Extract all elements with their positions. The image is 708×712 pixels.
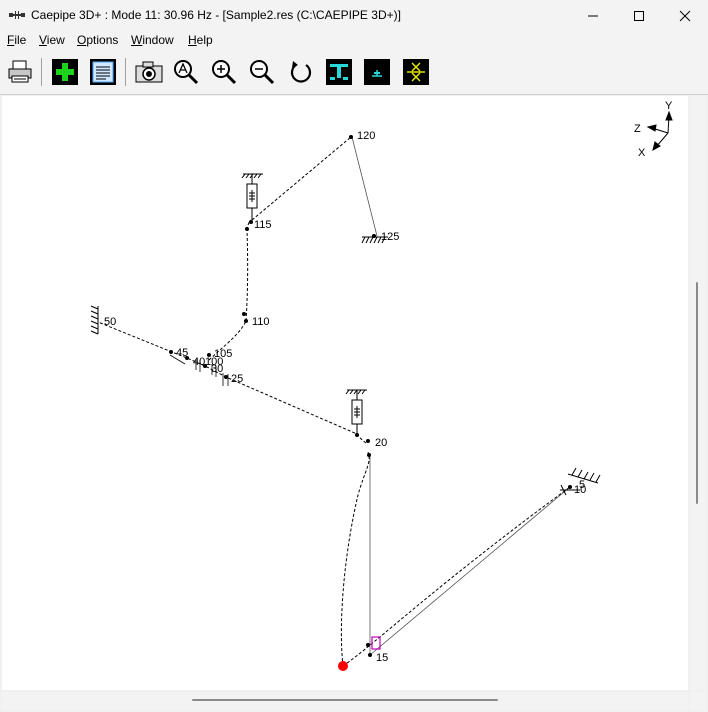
maximize-button[interactable]: [616, 0, 662, 31]
node-point-115[interactable]: [249, 220, 253, 224]
axis-triad: [646, 110, 673, 152]
node-label-15: 15: [376, 652, 388, 664]
menu-options[interactable]: Options: [77, 33, 118, 47]
node-point-25[interactable]: [224, 375, 228, 379]
list-document-icon: [90, 59, 116, 85]
node-label-115: 115: [254, 219, 272, 231]
menu-view-label: iew: [46, 33, 65, 47]
window-title: Caepipe 3D+ : Mode 11: 30.96 Hz - [Sampl…: [31, 8, 401, 22]
beam-section-icon: [326, 59, 352, 85]
menu-view-key: V: [39, 33, 47, 47]
mode-shape: [97, 136, 571, 667]
menu-window-key: W: [131, 33, 143, 47]
axis-label-x: X: [638, 147, 646, 159]
node-point-110[interactable]: [244, 319, 248, 323]
camera-icon: [135, 61, 163, 83]
snapshot-button[interactable]: [134, 58, 163, 86]
print-button[interactable]: [6, 58, 34, 86]
node-point-15[interactable]: [368, 653, 372, 657]
vertical-scroll-thumb[interactable]: [696, 282, 698, 504]
menu-options-key: O: [77, 33, 87, 47]
add-plus-icon: [52, 59, 78, 85]
node-label-50: 50: [104, 316, 116, 328]
zoom-in-icon: [212, 60, 237, 85]
horizontal-scrollbar[interactable]: [2, 692, 688, 710]
vertical-scrollbar[interactable]: [690, 96, 706, 690]
zoom-out-button[interactable]: [248, 58, 276, 86]
axis-label-z: Z: [634, 123, 641, 135]
anchor-button[interactable]: [402, 58, 430, 86]
node-labels: 120 125 115 110 50 45 105 40 100 30 25 2…: [104, 130, 586, 664]
menu-view[interactable]: View: [39, 33, 65, 47]
menu-window[interactable]: Window: [131, 33, 174, 47]
list-button[interactable]: [89, 58, 117, 86]
hanger-20: [345, 389, 367, 435]
close-button[interactable]: [662, 0, 708, 31]
node-point-45[interactable]: [169, 350, 173, 354]
node-point-20[interactable]: [366, 439, 370, 443]
node-points: [169, 135, 572, 657]
maximize-icon: [634, 11, 644, 21]
model-canvas[interactable]: 120 125 115 110 50 45 105 40 100 30 25 2…: [2, 96, 688, 690]
menu-help-label: elp: [196, 33, 213, 47]
minimize-button[interactable]: [570, 0, 616, 31]
axis-label-y: Y: [665, 100, 673, 112]
piping-model-view[interactable]: 120 125 115 110 50 45 105 40 100 30 25 2…: [2, 96, 688, 690]
node-point-15b[interactable]: [366, 643, 370, 647]
node-point-110b[interactable]: [242, 312, 246, 316]
support-button[interactable]: [363, 58, 391, 86]
menu-options-label: ptions: [86, 33, 119, 47]
menu-help[interactable]: Help: [188, 33, 213, 47]
support-icon: [364, 59, 390, 85]
node-label-120: 120: [357, 130, 375, 142]
node-label-20: 20: [375, 437, 387, 449]
anchor-icon: [403, 59, 429, 85]
rotate-icon: [290, 61, 312, 83]
menu-file-label: ile: [14, 33, 27, 47]
section-button[interactable]: [325, 58, 353, 86]
node-label-125: 125: [381, 231, 399, 243]
minimize-icon: [588, 15, 598, 17]
menu-file[interactable]: File: [7, 33, 26, 47]
menu-window-label: indow: [142, 33, 174, 47]
close-icon: [679, 10, 691, 22]
scroll-corner: [690, 692, 706, 710]
horizontal-scroll-thumb[interactable]: [192, 699, 498, 701]
anchor-50: [90, 305, 99, 335]
node-point-115b[interactable]: [245, 227, 249, 231]
zoom-all-button[interactable]: [172, 58, 200, 86]
node-label-10: 10: [574, 484, 586, 496]
toolbar: [0, 50, 708, 95]
node-label-45: 45: [176, 347, 188, 359]
node-label-40: 40: [193, 356, 205, 368]
zoom-all-icon: [174, 60, 199, 85]
undeformed-geometry: [351, 136, 571, 656]
toolbar-separator: [41, 58, 42, 86]
title-bar: Caepipe 3D+ : Mode 11: 30.96 Hz - [Sampl…: [0, 0, 708, 31]
menu-bar: File View Options Window Help: [0, 31, 708, 50]
rotate-button[interactable]: [287, 58, 315, 86]
node-point-10[interactable]: [568, 485, 572, 489]
zoom-out-icon: [250, 60, 275, 85]
node-point-120[interactable]: [349, 135, 353, 139]
toolbar-separator: [125, 58, 126, 86]
node-label-110: 110: [252, 316, 270, 328]
highlight-node[interactable]: [338, 661, 348, 671]
menu-help-key: H: [188, 33, 197, 47]
printer-icon: [8, 60, 32, 83]
node-point-20b[interactable]: [367, 453, 371, 457]
zoom-in-button[interactable]: [210, 58, 238, 86]
node-label-25: 25: [231, 373, 243, 385]
app-icon: [9, 11, 25, 19]
node-label-30: 30: [211, 363, 223, 375]
add-button[interactable]: [51, 58, 79, 86]
